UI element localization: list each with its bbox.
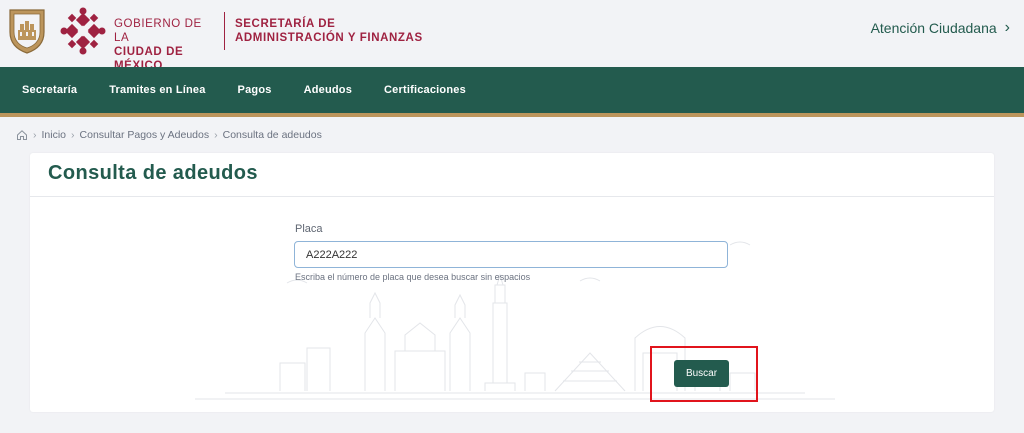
placa-help-text: Escriba el número de placa que desea bus…	[295, 272, 531, 282]
gov-line-1: GOBIERNO DE LA	[114, 18, 202, 44]
city-shield-icon[interactable]	[8, 8, 46, 54]
card-header: Consulta de adeudos	[30, 153, 994, 197]
nav-item-pagos[interactable]: Pagos	[238, 84, 272, 96]
breadcrumb: › Inicio › Consultar Pagos y Adeudos › C…	[16, 129, 322, 141]
home-icon[interactable]	[16, 129, 28, 141]
sec-line-1: SECRETARÍA DE	[235, 18, 336, 30]
secretariat-name: SECRETARÍA DE ADMINISTRACIÓN Y FINANZAS	[235, 17, 423, 45]
breadcrumb-separator: ›	[33, 129, 37, 141]
atencion-label: Atención Ciudadana	[870, 20, 997, 36]
breadcrumb-inicio[interactable]: Inicio	[42, 129, 67, 141]
breadcrumb-current: Consulta de adeudos	[222, 129, 322, 141]
nav-item-secretaria[interactable]: Secretaría	[22, 84, 77, 96]
site-header: GOBIERNO DE LA CIUDAD DE MÉXICO SECRETAR…	[0, 0, 1024, 72]
nav-item-tramites[interactable]: Tramites en Línea	[109, 84, 205, 96]
placa-input[interactable]	[294, 241, 728, 268]
highlight-annotation-box	[650, 346, 758, 402]
chevron-right-icon: ›	[1004, 19, 1010, 36]
breadcrumb-consultar[interactable]: Consultar Pagos y Adeudos	[80, 129, 210, 141]
nav-gold-stripe	[0, 113, 1024, 117]
main-nav: Secretaría Tramites en Línea Pagos Adeud…	[0, 67, 1024, 113]
page-title: Consulta de adeudos	[48, 162, 258, 184]
breadcrumb-separator: ›	[71, 129, 75, 141]
gov-logo-icon[interactable]	[60, 6, 106, 56]
nav-item-certificaciones[interactable]: Certificaciones	[384, 84, 466, 96]
placa-label: Placa	[295, 223, 323, 235]
gov-name: GOBIERNO DE LA CIUDAD DE MÉXICO	[114, 17, 218, 73]
header-divider	[224, 12, 225, 50]
atencion-ciudadana-link[interactable]: Atención Ciudadana ›	[871, 19, 1010, 37]
nav-item-adeudos[interactable]: Adeudos	[304, 84, 352, 96]
breadcrumb-separator: ›	[214, 129, 218, 141]
sec-line-2: ADMINISTRACIÓN Y FINANZAS	[235, 32, 423, 44]
consulta-card: Consulta de adeudos Placa Escriba el núm…	[30, 153, 994, 412]
